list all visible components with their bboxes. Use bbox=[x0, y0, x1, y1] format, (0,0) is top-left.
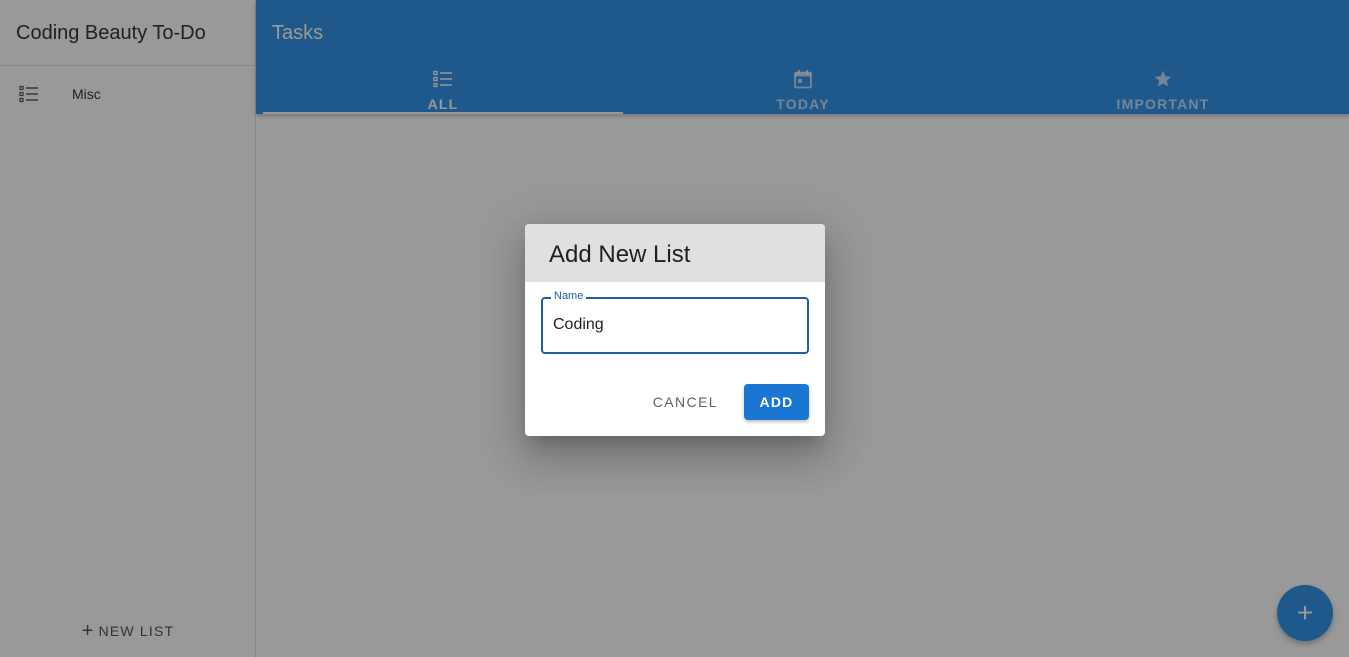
add-button[interactable]: ADD bbox=[744, 384, 809, 420]
name-field[interactable]: Name bbox=[541, 290, 809, 354]
cancel-button[interactable]: CANCEL bbox=[637, 384, 734, 420]
name-input[interactable] bbox=[553, 316, 793, 334]
add-list-dialog: Add New List Name CANCEL ADD bbox=[525, 224, 825, 436]
name-field-label: Name bbox=[551, 290, 587, 302]
dialog-title: Add New List bbox=[525, 224, 825, 282]
dialog-actions: CANCEL ADD bbox=[637, 384, 809, 420]
app-root: Coding Beauty To-Do Misc + NEW LIST Task… bbox=[0, 0, 1349, 657]
